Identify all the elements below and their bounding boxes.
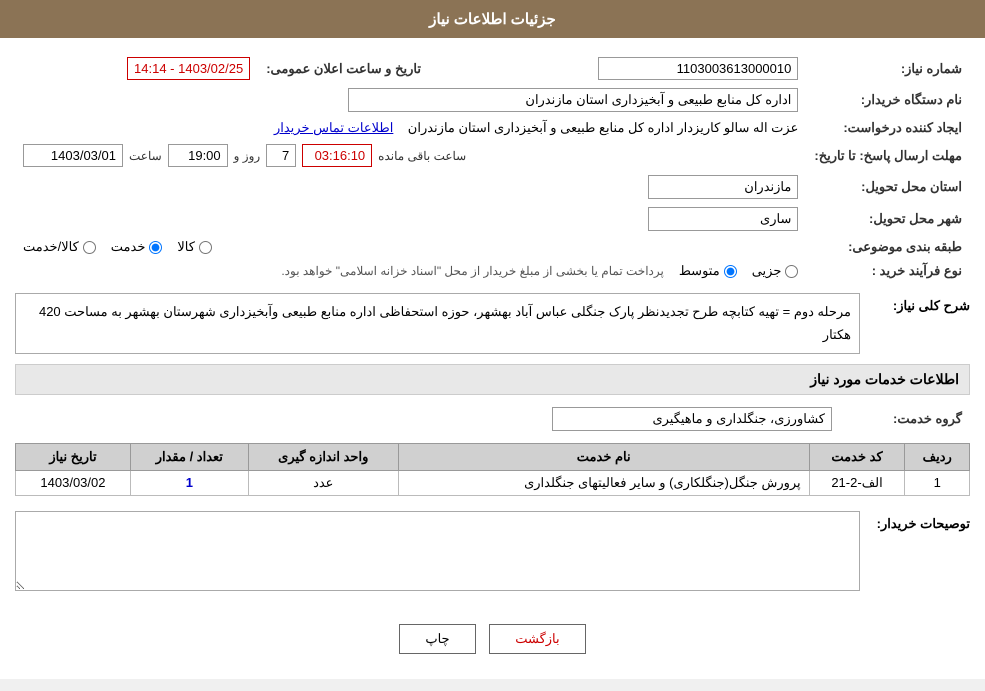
saat-value: 19:00 [168, 144, 228, 167]
col-code-khedmat: کد خدمت [809, 443, 905, 470]
ostan-tahvil-label: استان محل تحویل: [806, 171, 970, 203]
roz-label: روز و [234, 149, 261, 163]
baqi-value: 03:16:10 [302, 144, 372, 167]
page-title: جزئیات اطلاعات نیاز [429, 11, 556, 28]
ettelaat-tamas-link[interactable]: اطلاعات تماس خریدار [274, 120, 393, 135]
jozee-label: جزیی [752, 263, 782, 279]
cell-nam-khedmat: پرورش جنگل(جنگلکاری) و سایر فعالیتهای جن… [398, 470, 809, 495]
kala-khedmat-label: کالا/خدمت [23, 239, 79, 255]
khedmat-label: خدمت [111, 239, 146, 255]
cell-tarikh: 1403/03/02 [16, 470, 131, 495]
cell-radif: 1 [905, 470, 970, 495]
shomara-niaz-value: 1103003613000010 [598, 57, 798, 80]
radio-kala-input[interactable] [199, 241, 212, 254]
col-vahed: واحد اندازه گیری [248, 443, 398, 470]
cell-code-khedmat: الف-2-21 [809, 470, 905, 495]
radio-kala[interactable]: کالا [177, 239, 212, 255]
ijad-konande-label: ایجاد کننده درخواست: [806, 116, 970, 140]
date-value: 1403/03/01 [23, 144, 123, 167]
page-header: جزئیات اطلاعات نیاز [0, 0, 985, 38]
radio-khedmat[interactable]: خدمت [111, 239, 163, 255]
motavaset-label: متوسط [679, 263, 720, 279]
tarikh-saat-label: تاریخ و ساعت اعلان عمومی: [258, 53, 429, 84]
mohlat-ersal-label: مهلت ارسال پاسخ: تا تاریخ: [806, 140, 970, 171]
saat-label: ساعت [129, 149, 162, 163]
shahr-tahvil-label: شهر محل تحویل: [806, 203, 970, 235]
print-button[interactable]: چاپ [399, 624, 475, 654]
ostan-tahvil-value: مازندران [648, 175, 798, 199]
radio-motavaset-input[interactable] [724, 265, 737, 278]
shomara-niaz-label: شماره نیاز: [806, 53, 970, 84]
cell-tedad: 1 [130, 470, 248, 495]
col-tedad: تعداد / مقدار [130, 443, 248, 470]
col-radif: ردیف [905, 443, 970, 470]
radio-kala-khedmat-input[interactable] [83, 241, 96, 254]
tabaghebandi-label: طبقه بندی موضوعی: [806, 235, 970, 259]
buttons-row: بازگشت چاپ [15, 609, 970, 664]
back-button[interactable]: بازگشت [489, 624, 585, 654]
tarikh-saat-value: 1403/02/25 - 14:14 [127, 57, 250, 80]
noee-farayand-label: نوع فرآیند خرید : [806, 259, 970, 283]
radio-jozee-input[interactable] [785, 265, 798, 278]
roz-value: 7 [266, 144, 296, 167]
kala-label: کالا [177, 239, 195, 255]
pardakht-text: پرداخت تمام یا بخشی از مبلغ خریدار از مح… [23, 264, 664, 278]
cell-vahed: عدد [248, 470, 398, 495]
goroh-khedmat-label: گروه خدمت: [840, 403, 970, 435]
table-row: 1 الف-2-21 پرورش جنگل(جنگلکاری) و سایر ف… [16, 470, 970, 495]
ettelaat-khadamat-title: اطلاعات خدمات مورد نیاز [15, 364, 970, 395]
goroh-khedmat-value: کشاورزی، جنگلداری و ماهیگیری [552, 407, 832, 431]
radio-motavaset[interactable]: متوسط [679, 263, 737, 279]
sharh-label: شرح کلی نیاز: [870, 293, 970, 314]
sharh-value: مرحله دوم = تهیه کتابچه طرح تجدیدنظر پار… [15, 293, 860, 354]
col-tarikh: تاریخ نیاز [16, 443, 131, 470]
shahr-tahvil-value: ساری [648, 207, 798, 231]
ijad-konande-value: عزت اله سالو کاریزدار اداره کل منابع طبی… [408, 120, 799, 135]
radio-kala-khedmat[interactable]: کالا/خدمت [23, 239, 96, 255]
tosiheat-textarea[interactable] [15, 511, 860, 591]
baqi-mande-label: ساعت باقی مانده [378, 149, 466, 163]
tosiheat-label: توصیحات خریدار: [870, 511, 970, 532]
radio-khedmat-input[interactable] [149, 241, 162, 254]
nam-dastgah-label: نام دستگاه خریدار: [806, 84, 970, 116]
col-nam-khedmat: نام خدمت [398, 443, 809, 470]
nam-dastgah-value: اداره کل منابع طبیعی و آبخیزداری استان م… [348, 88, 798, 112]
radio-jozee[interactable]: جزیی [752, 263, 799, 279]
